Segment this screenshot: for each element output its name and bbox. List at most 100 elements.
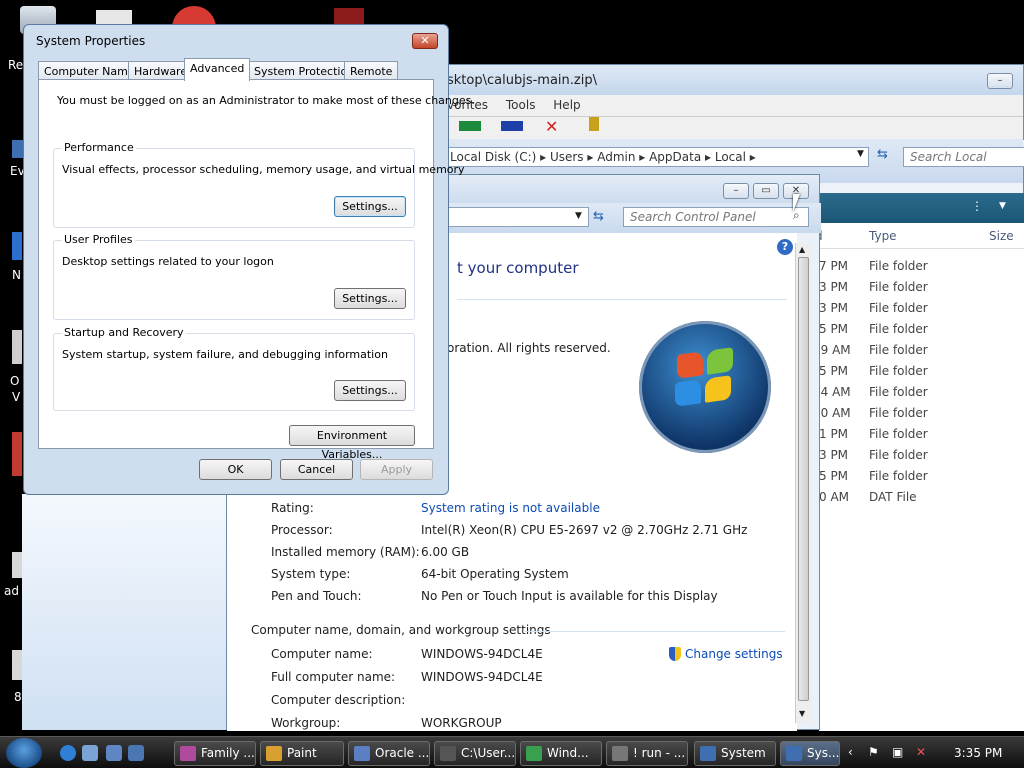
- flag-icon[interactable]: ⚑: [868, 745, 879, 759]
- cancel-button[interactable]: Cancel: [280, 459, 353, 480]
- startup-recovery-settings-button[interactable]: Settings...: [334, 380, 406, 401]
- clock[interactable]: 3:35 PM: [954, 746, 1002, 760]
- file-row-time[interactable]: 5 PM: [819, 469, 848, 483]
- cp-search-input[interactable]: Search Control Panel: [623, 207, 809, 227]
- user-profiles-title: User Profiles: [62, 233, 135, 246]
- network-icon[interactable]: ▣: [892, 745, 903, 759]
- column-type[interactable]: Type: [869, 229, 897, 243]
- tab-computer-name[interactable]: Computer Name: [38, 61, 141, 80]
- file-row-time[interactable]: 3 PM: [819, 280, 848, 294]
- file-row-time[interactable]: 1 PM: [819, 427, 848, 441]
- file-row-type[interactable]: File folder: [869, 280, 928, 294]
- file-row-time[interactable]: 3 PM: [819, 448, 848, 462]
- ok-button[interactable]: OK: [199, 459, 272, 480]
- explorer-breadcrumb[interactable]: Local Disk (C:) ▸ Users ▸ Admin ▸ AppDat…: [445, 147, 869, 167]
- user-profiles-settings-button[interactable]: Settings...: [334, 288, 406, 309]
- show-desktop-icon[interactable]: [106, 745, 122, 761]
- view-options-icon[interactable]: ⋮: [971, 199, 983, 213]
- cp-minimize-button[interactable]: –: [723, 183, 749, 199]
- task-cmd[interactable]: C:\User...: [434, 741, 516, 766]
- internet-explorer-icon[interactable]: [60, 745, 76, 761]
- explorer-toolbar: ✕: [441, 117, 1023, 139]
- file-row-type[interactable]: File folder: [869, 427, 928, 441]
- file-row-time[interactable]: 3 PM: [819, 301, 848, 315]
- file-row-time[interactable]: 5 PM: [819, 364, 848, 378]
- virtualbox-icon[interactable]: [82, 745, 98, 761]
- performance-settings-button[interactable]: Settings...: [334, 196, 406, 217]
- task-label: C:\User...: [461, 746, 516, 760]
- file-row-type[interactable]: File folder: [869, 469, 928, 483]
- desktop-shortcut-icon[interactable]: [12, 552, 22, 578]
- control-panel-nav-pane: [22, 494, 226, 730]
- apply-button[interactable]: Apply: [360, 459, 433, 480]
- computer-info-value: WORKGROUP: [421, 716, 502, 730]
- file-row-time[interactable]: 5 PM: [819, 322, 848, 336]
- system-properties-dialog[interactable]: System Properties ✕ Computer Name Hardwa…: [23, 24, 475, 495]
- task-family[interactable]: Family ...: [174, 741, 256, 766]
- environment-variables-button[interactable]: Environment Variables...: [289, 425, 415, 461]
- explorer-search-input[interactable]: Search Local: [903, 147, 1024, 167]
- menu-tools[interactable]: Tools: [506, 98, 536, 112]
- file-row-type[interactable]: File folder: [869, 301, 928, 315]
- file-row-type[interactable]: File folder: [869, 448, 928, 462]
- file-row-time[interactable]: 7 PM: [819, 259, 848, 273]
- task-windows[interactable]: Wind...: [520, 741, 602, 766]
- scroll-down-icon[interactable]: ▼: [799, 709, 805, 718]
- menu-help[interactable]: Help: [553, 98, 580, 112]
- task-app-icon: [180, 746, 196, 761]
- file-row-type[interactable]: File folder: [869, 322, 928, 336]
- system-info-value: No Pen or Touch Input is available for t…: [421, 589, 718, 603]
- explorer-column-header: d Type Size: [815, 223, 1024, 249]
- scroll-up-icon[interactable]: ▲: [799, 245, 805, 254]
- forward-green-arrow-icon[interactable]: [459, 121, 481, 131]
- file-row-type[interactable]: DAT File: [869, 490, 917, 504]
- system-rating-link[interactable]: System rating is not available: [421, 501, 600, 515]
- column-size[interactable]: Size: [989, 229, 1014, 243]
- cp-maximize-button[interactable]: ▭: [753, 183, 779, 199]
- task-app-icon: [526, 746, 542, 761]
- tray-chevron-icon[interactable]: ‹: [848, 745, 853, 759]
- task-run[interactable]: ! run - ...: [606, 741, 688, 766]
- desktop-shortcut-icon[interactable]: [12, 432, 22, 476]
- user-profiles-group: User Profiles Desktop settings related t…: [53, 233, 415, 320]
- user-profiles-text: Desktop settings related to your logon: [62, 255, 274, 268]
- cp-refresh-icon[interactable]: ⇆: [593, 209, 604, 224]
- task-oracle[interactable]: Oracle ...: [348, 741, 430, 766]
- dialog-close-button[interactable]: ✕: [412, 33, 438, 49]
- cp-address-dropdown-icon[interactable]: ▼: [575, 211, 582, 221]
- task-system-2[interactable]: Sys...: [780, 741, 840, 766]
- forward-blue-arrow-icon[interactable]: [501, 121, 523, 131]
- help-icon[interactable]: ?: [777, 239, 793, 255]
- address-dropdown-icon[interactable]: ▼: [857, 149, 864, 159]
- chevron-down-icon[interactable]: ▼: [999, 201, 1006, 211]
- task-paint[interactable]: Paint: [260, 741, 344, 766]
- desktop-label-re: Re: [8, 58, 24, 72]
- start-button[interactable]: [6, 738, 42, 768]
- file-row-type[interactable]: File folder: [869, 259, 928, 273]
- change-settings-link[interactable]: Change settings: [685, 647, 783, 661]
- refresh-icon[interactable]: ⇆: [877, 147, 888, 162]
- scroll-thumb[interactable]: [798, 257, 809, 701]
- cp-scrollbar[interactable]: ▲ ▼: [795, 243, 811, 723]
- switch-windows-icon[interactable]: [128, 745, 144, 761]
- tab-advanced[interactable]: Advanced: [184, 58, 251, 81]
- file-row-time[interactable]: 0 AM: [819, 490, 849, 504]
- flag-yellow: [705, 375, 731, 403]
- desktop-shortcut-icon[interactable]: [12, 330, 22, 364]
- info-icon[interactable]: [589, 117, 599, 131]
- startup-recovery-group: Startup and Recovery System startup, sys…: [53, 326, 415, 411]
- task-system[interactable]: System: [694, 741, 776, 766]
- file-row-type[interactable]: File folder: [869, 385, 928, 399]
- desktop-shortcut-icon[interactable]: [12, 232, 22, 260]
- file-row-type[interactable]: File folder: [869, 343, 928, 357]
- volume-muted-icon[interactable]: ✕: [916, 745, 926, 759]
- delete-x-icon[interactable]: ✕: [545, 117, 558, 136]
- explorer-file-list: 7 PM File folder 3 PM File folder 3 PM File f…: [813, 249, 1024, 731]
- task-label: Paint: [287, 746, 317, 760]
- task-label: Wind...: [547, 746, 589, 760]
- tab-remote[interactable]: Remote: [344, 61, 399, 80]
- explorer-minimize-button[interactable]: –: [987, 73, 1013, 89]
- desktop-shortcut-icon[interactable]: [12, 650, 22, 680]
- file-row-type[interactable]: File folder: [869, 406, 928, 420]
- file-row-type[interactable]: File folder: [869, 364, 928, 378]
